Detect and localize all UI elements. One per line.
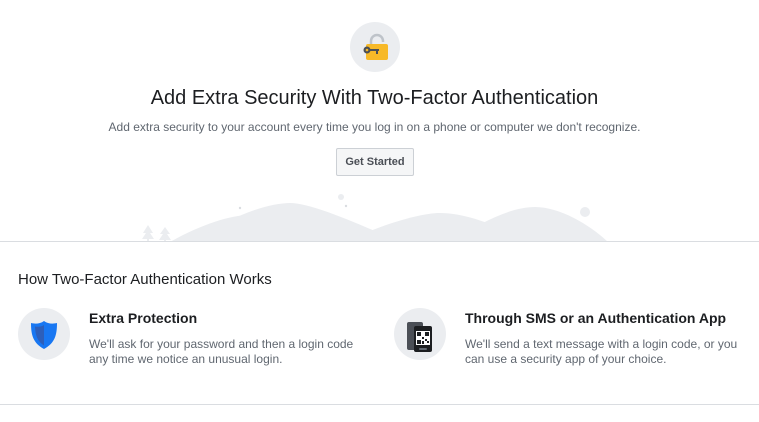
page-title: Add Extra Security With Two-Factor Authe… [150,87,599,109]
feature-desc-sms-app: We'll send a text message with a login c… [465,337,738,366]
shield-icon [18,308,70,360]
padlock-key-icon [350,22,400,72]
get-started-button[interactable]: Get Started [336,148,414,176]
section-title: How Two-Factor Authentication Works [18,271,272,288]
feature-title-sms-app: Through SMS or an Authentication App [465,310,727,326]
feature-title-extra-protection: Extra Protection [89,310,198,326]
page-subtitle: Add extra security to your account every… [108,120,641,134]
phone-qr-icon [394,308,446,360]
mountains-illustration [142,194,607,241]
divider [0,404,759,405]
hero-section: Add Extra Security With Two-Factor Authe… [0,0,759,242]
feature-desc-extra-protection: We'll ask for your password and then a l… [89,337,354,366]
